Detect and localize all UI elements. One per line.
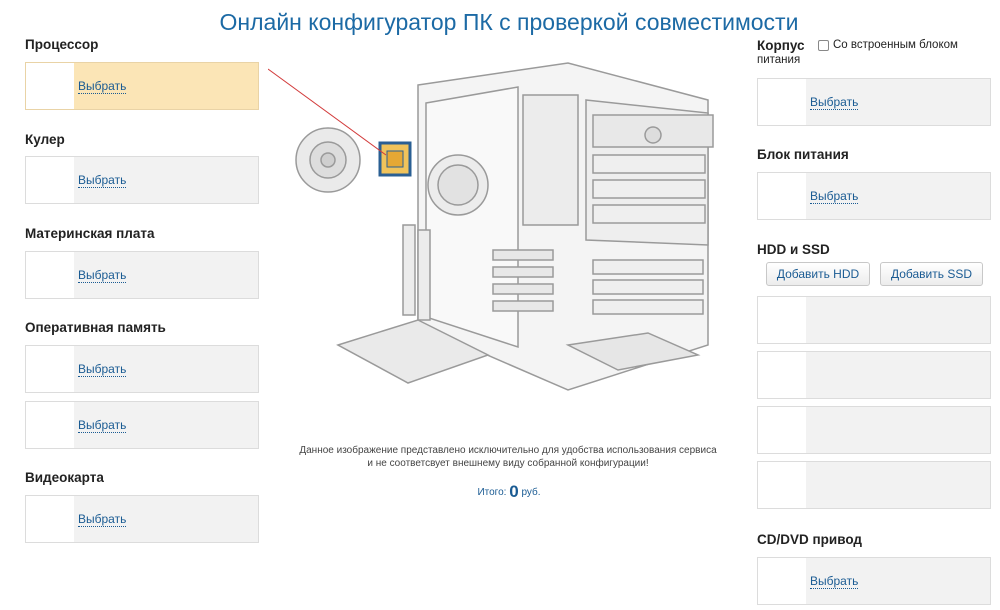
optical-thumbnail (758, 558, 806, 604)
storage-slot-4[interactable] (757, 461, 991, 509)
ram-stick-shape (402, 224, 416, 316)
total-value: 0 (509, 482, 519, 501)
storage-thumbnail-3 (758, 407, 806, 453)
motherboard-label: Материнская плата (25, 226, 155, 241)
storage-slot-2[interactable] (757, 351, 991, 399)
gpu-slot[interactable]: Выбрать (25, 495, 259, 543)
cooler-label: Кулер (25, 132, 65, 147)
motherboard-slot[interactable]: Выбрать (25, 251, 259, 299)
storage-label: HDD и SSD (757, 242, 830, 257)
case-choose-link[interactable]: Выбрать (810, 95, 859, 110)
psu-slot[interactable]: Выбрать (757, 172, 991, 220)
optical-label: CD/DVD привод (757, 532, 862, 547)
psu-shape (522, 94, 579, 226)
ram-thumbnail-1 (26, 346, 74, 392)
case-slot[interactable]: Выбрать (757, 78, 991, 126)
gpu-choose-link[interactable]: Выбрать (78, 512, 127, 527)
disclaimer-note: Данное изображение представлено исключит… (280, 444, 736, 470)
disclaimer-line-2: и не соответсвует внешнему виду собранно… (367, 458, 649, 469)
ram-slot-1[interactable]: Выбрать (25, 345, 259, 393)
ram-choose-link-1[interactable]: Выбрать (78, 362, 127, 377)
add-ssd-button[interactable]: Добавить SSD (880, 262, 983, 286)
psu-thumbnail (758, 173, 806, 219)
ram-label: Оперативная память (25, 320, 166, 335)
builtin-psu-checkbox-label: Со встроенным блоком (833, 39, 958, 51)
psu-label: Блок питания (757, 147, 849, 162)
motherboard-thumbnail (26, 252, 74, 298)
gpu-thumbnail (26, 496, 74, 542)
cooler-choose-link[interactable]: Выбрать (78, 173, 127, 188)
ram-slot-2[interactable]: Выбрать (25, 401, 259, 449)
psu-choose-link[interactable]: Выбрать (810, 189, 859, 204)
builtin-psu-checkbox[interactable] (818, 40, 829, 51)
case-label: Корпус (757, 38, 805, 53)
cpu-thumbnail (26, 63, 74, 109)
cooler-thumbnail (26, 157, 74, 203)
storage-slot-1[interactable] (757, 296, 991, 344)
pc-case-illustration (268, 62, 714, 391)
storage-thumbnail-4 (758, 462, 806, 508)
storage-thumbnail-1 (758, 297, 806, 343)
cpu-choose-link[interactable]: Выбрать (78, 79, 127, 94)
disclaimer-line-1: Данное изображение представлено исключит… (299, 445, 717, 456)
cooler-slot[interactable]: Выбрать (25, 156, 259, 204)
case-thumbnail (758, 79, 806, 125)
storage-slot-3[interactable] (757, 406, 991, 454)
builtin-psu-checkbox-label-2: питания (757, 54, 801, 66)
cpu-label: Процессор (25, 37, 99, 52)
storage-thumbnail-2 (758, 352, 806, 398)
ram-choose-link-2[interactable]: Выбрать (78, 418, 127, 433)
motherboard-choose-link[interactable]: Выбрать (78, 268, 127, 283)
optical-choose-link[interactable]: Выбрать (810, 574, 859, 589)
add-hdd-button[interactable]: Добавить HDD (766, 262, 870, 286)
cpu-slot[interactable]: Выбрать (25, 62, 259, 110)
ram-thumbnail-2 (26, 402, 74, 448)
total-label: Итого: (477, 487, 507, 498)
total-currency: руб. (521, 487, 541, 498)
page-title: Онлайн конфигуратор ПК с проверкой совме… (219, 9, 799, 35)
optical-slot[interactable]: Выбрать (757, 557, 991, 605)
